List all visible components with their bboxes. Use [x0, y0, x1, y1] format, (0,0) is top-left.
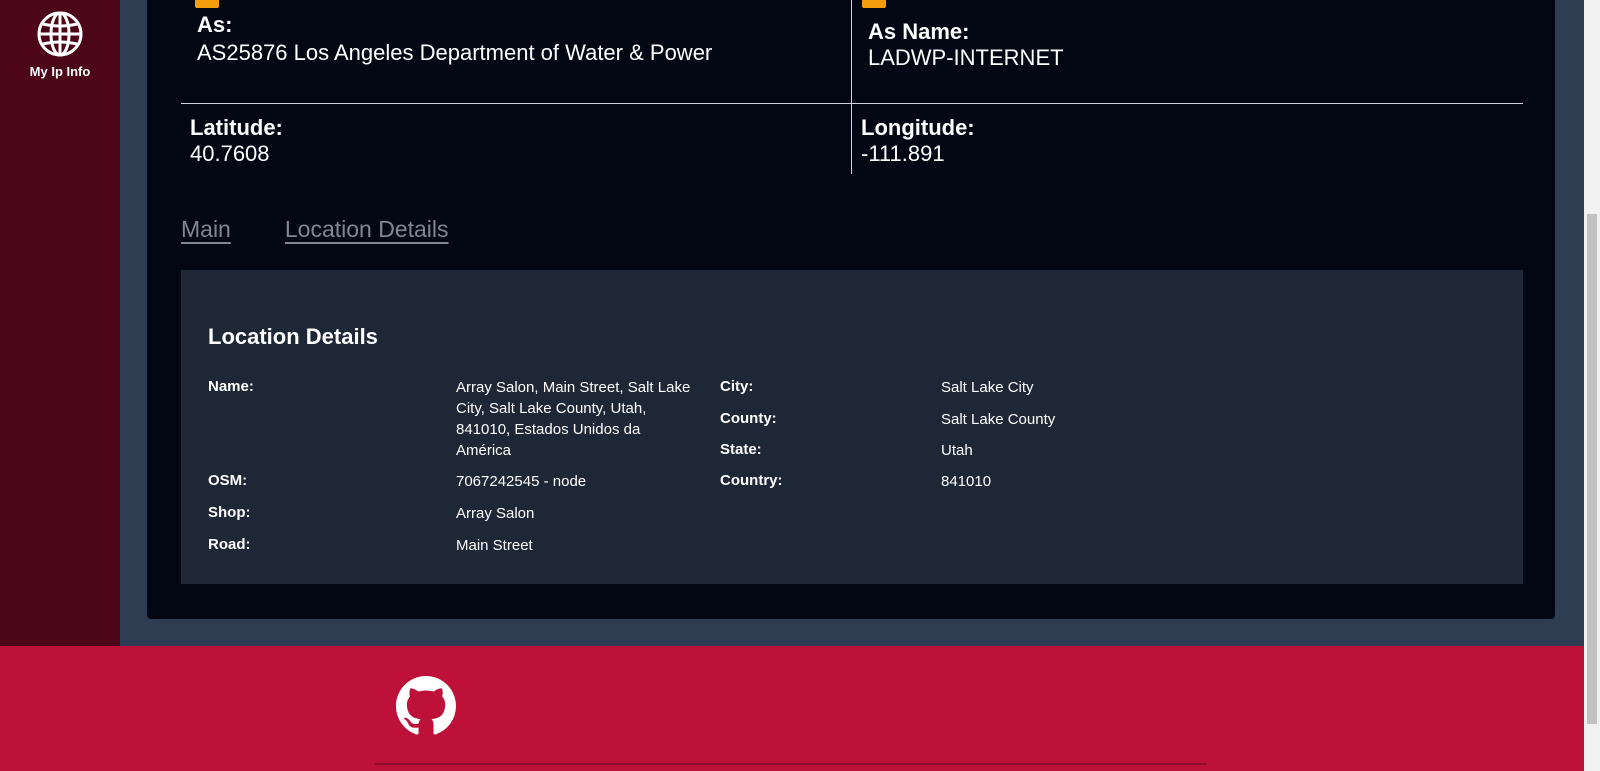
- as-name-cell: As Name: LADWP-INTERNET: [852, 0, 1523, 103]
- longitude-cell: Longitude: -111.891: [852, 104, 1523, 174]
- country-label: Country:: [720, 472, 783, 489]
- footer-divider: [375, 763, 1207, 765]
- osm-value: 7067242545 - node: [456, 473, 587, 490]
- name-label: Name:: [208, 378, 254, 395]
- latitude-cell: Latitude: 40.7608: [181, 104, 852, 174]
- shop-value: Array Salon: [456, 505, 535, 522]
- county-label: County:: [720, 410, 777, 427]
- globe-icon[interactable]: [36, 10, 84, 58]
- shop-label: Shop:: [208, 504, 251, 521]
- location-details-panel: Location Details Name: Array Salon, Main…: [181, 270, 1523, 584]
- as-badge: [195, 0, 219, 8]
- latitude-label: Latitude:: [190, 115, 283, 140]
- scrollbar-thumb[interactable]: [1587, 214, 1597, 724]
- longitude-label: Longitude:: [861, 115, 975, 140]
- as-row: As: AS25876 Los Angeles Department of Wa…: [181, 0, 1523, 104]
- county-value: Salt Lake County: [941, 411, 1056, 428]
- city-label: City:: [720, 378, 754, 395]
- name-value: Array Salon, Main Street, Salt Lake City…: [456, 379, 691, 459]
- road-label: Road:: [208, 536, 251, 553]
- road-value: Main Street: [456, 537, 533, 554]
- state-value: Utah: [941, 442, 973, 459]
- github-icon[interactable]: [396, 676, 456, 736]
- country-value: 841010: [941, 473, 992, 490]
- as-name-badge: [862, 0, 886, 8]
- as-name-label: As Name:: [868, 19, 970, 44]
- as-name-value: LADWP-INTERNET: [868, 45, 1064, 70]
- as-cell: As: AS25876 Los Angeles Department of Wa…: [181, 0, 852, 103]
- sidebar: My Ip Info: [0, 0, 120, 646]
- page-scrollbar[interactable]: [1584, 0, 1600, 771]
- state-label: State:: [720, 441, 762, 458]
- tab-location-details[interactable]: Location Details: [285, 216, 449, 243]
- latitude-value: 40.7608: [190, 141, 270, 166]
- location-details-title: Location Details: [208, 324, 378, 349]
- ip-info-card: As: AS25876 Los Angeles Department of Wa…: [147, 0, 1555, 619]
- as-label: As:: [197, 12, 233, 37]
- osm-label: OSM:: [208, 472, 248, 489]
- app-title[interactable]: My Ip Info: [30, 64, 91, 79]
- as-value: AS25876 Los Angeles Department of Water …: [197, 40, 713, 65]
- coordinates-row: Latitude: 40.7608 Longitude: -111.891: [181, 104, 1523, 174]
- city-value: Salt Lake City: [941, 379, 1034, 396]
- tab-bar: Main Location Details: [181, 216, 449, 243]
- footer: [0, 646, 1584, 771]
- tab-main[interactable]: Main: [181, 216, 231, 243]
- longitude-value: -111.891: [861, 141, 945, 166]
